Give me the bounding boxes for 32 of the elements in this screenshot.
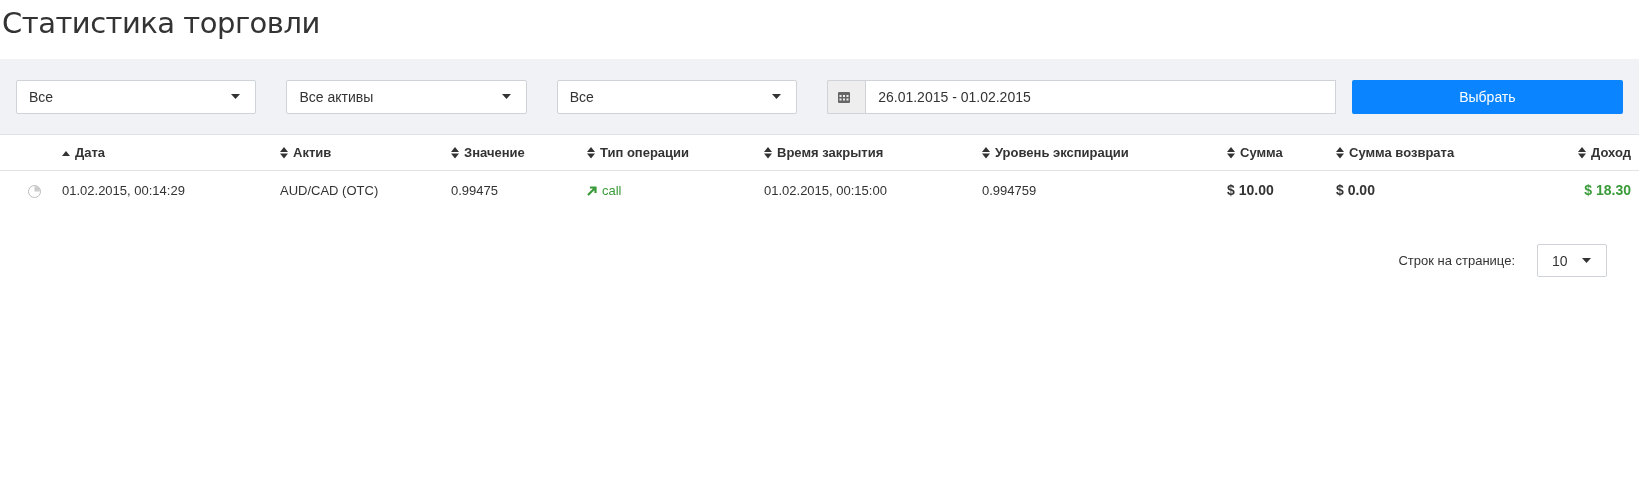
column-header[interactable]: Тип операции	[600, 145, 690, 161]
date-range-field[interactable]: 26.01.2015 - 01.02.2015	[865, 79, 1336, 114]
calendar-addon[interactable]	[827, 79, 866, 114]
caret-icon	[772, 94, 782, 99]
column-header[interactable]: Доход	[1591, 145, 1631, 161]
table-cell: 01.02.2015, 00:14:29	[62, 182, 185, 198]
column-header[interactable]: Значение	[464, 145, 525, 161]
table-cell: $ 0.00	[1336, 182, 1375, 198]
column-header[interactable]: Актив	[293, 145, 332, 161]
column-header[interactable]: Уровень экспирации	[995, 145, 1129, 161]
page-title: Статистика торговли	[1, 5, 321, 42]
filter-select[interactable]: Все	[16, 79, 257, 114]
table-cell: 0.99475	[451, 182, 498, 198]
table-cell: $ 18.30	[1584, 182, 1631, 198]
caret-icon	[501, 94, 511, 99]
column-header[interactable]: Дата	[75, 145, 106, 161]
caret-icon	[1582, 258, 1591, 263]
column-header[interactable]: Сумма	[1240, 145, 1283, 161]
apply-button[interactable]: Выбрать	[1351, 79, 1623, 114]
column-header[interactable]: Сумма возврата	[1349, 145, 1455, 161]
table-cell: $ 10.00	[1227, 182, 1274, 198]
table-cell: AUD/CAD (OTC)	[280, 182, 379, 198]
table-cell: 0.994759	[982, 182, 1037, 198]
column-header[interactable]: Время закрытия	[777, 145, 884, 161]
calendar-icon	[838, 90, 851, 103]
rows-per-page-label: Строк на странице:	[1398, 253, 1515, 268]
table-cell: 01.02.2015, 00:15:00	[764, 182, 887, 198]
caret-icon	[231, 94, 241, 99]
rows-per-page-select[interactable]: 10	[1537, 244, 1607, 277]
operation-type: call	[602, 182, 622, 198]
filter-select[interactable]: Все активы	[286, 79, 527, 114]
filter-select[interactable]: Все	[556, 79, 798, 114]
